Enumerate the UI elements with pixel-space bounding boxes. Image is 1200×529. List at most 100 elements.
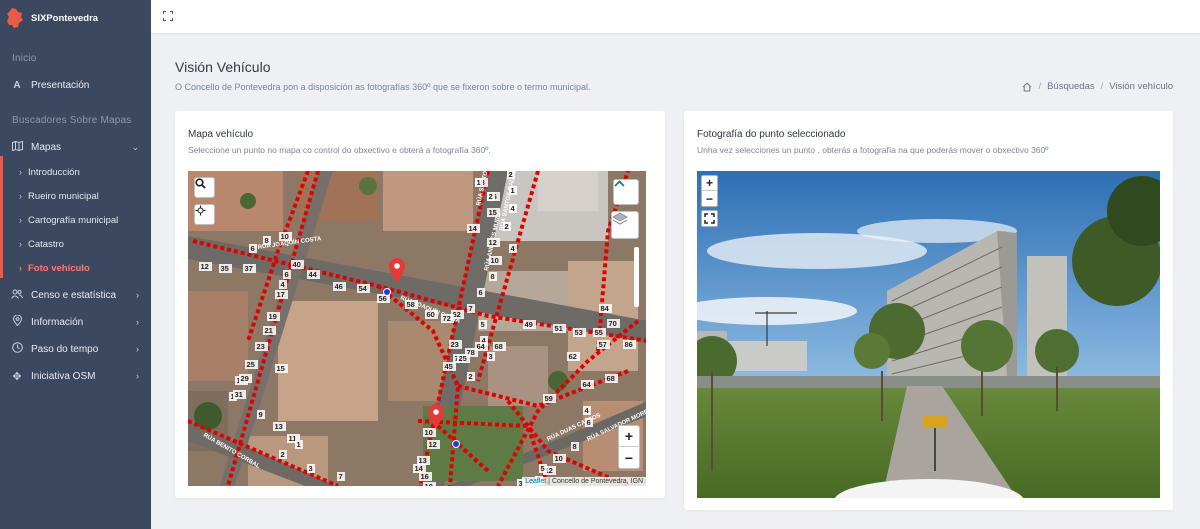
house-number-label: 51 [555, 324, 563, 333]
chevron-right-icon: › [136, 290, 139, 300]
house-number-label: 19 [269, 312, 277, 321]
page-subtitle: O Concello de Pontevedra pon a disposici… [175, 82, 591, 92]
house-number-label: 16 [421, 472, 429, 481]
house-number-label: 55 [595, 328, 603, 337]
sidebar-item-label: Censo e estatística [31, 289, 117, 301]
house-number-label: 59 [545, 394, 553, 403]
section-buscadores: Buscadores Sobre Mapas [12, 115, 132, 126]
fullscreen-icon[interactable] [701, 210, 718, 227]
house-number-label: 10 [425, 428, 433, 437]
sidebar-item-paso[interactable]: Paso do tempo › [0, 337, 151, 361]
sidebar-item-label: Información [31, 316, 84, 328]
house-number-label: 8 [573, 442, 577, 451]
house-number-label: 13 [275, 422, 283, 431]
section-inicio: Inicio [12, 53, 37, 64]
zoom-in-button[interactable]: + [619, 426, 639, 447]
house-number-label: 2 [489, 192, 493, 201]
house-number-label: 19 [425, 482, 433, 486]
house-number-label: 6 [251, 244, 255, 253]
sidebar-sub-foto-vehiculo[interactable]: › Foto vehículo [0, 257, 151, 279]
house-number-label: 25 [459, 354, 467, 363]
house-number-label: 1 [511, 186, 515, 195]
house-number-label: 3 [489, 352, 493, 361]
sidebar-sub-introduccion[interactable]: › Introducción [0, 161, 151, 183]
pano-zoom-out-button[interactable]: − [702, 191, 717, 206]
house-number-label: 14 [469, 224, 478, 233]
move-arrows-icon: ✥ [12, 370, 22, 383]
house-number-label: 60 [427, 310, 435, 319]
location-pin-icon [11, 314, 23, 329]
house-number-label: 10 [555, 454, 563, 463]
map-card: Mapa vehículo Seleccione un punto no map… [175, 111, 665, 498]
sidebar-sub-label: Catastro [28, 238, 64, 250]
topbar [151, 0, 1200, 33]
chevron-up-icon[interactable] [613, 179, 639, 205]
house-number-label: 8 [491, 272, 495, 281]
map-card-subtitle: Seleccione un punto no mapa co control d… [188, 145, 491, 155]
sidebar-item-label: Presentación [31, 79, 90, 91]
sidebar-item-label: Iniciativa OSM [31, 370, 96, 382]
house-number-label: 49 [525, 320, 533, 329]
layers-icon[interactable] [611, 211, 639, 239]
sidebar-sub-label: Introducción [28, 166, 80, 178]
chevron-down-icon: ⌄ [131, 141, 139, 152]
house-number-label: 84 [601, 304, 610, 313]
house-number-label: 12 [429, 440, 437, 449]
sidebar-item-label: Mapas [31, 141, 62, 153]
home-icon[interactable] [1022, 82, 1032, 92]
photo-card-subtitle: Unha vez selecciones un punto , obterás … [697, 145, 1049, 155]
selected-point-marker [452, 440, 460, 448]
sidebar-item-informacion[interactable]: Información › [0, 310, 151, 334]
sidebar-sub-cartografia[interactable]: › Cartografía municipal [0, 209, 151, 231]
pontevedra-map-logo [7, 8, 23, 28]
selected-point-marker [383, 288, 391, 296]
sidebar-item-censo[interactable]: Censo e estatística › [0, 283, 151, 307]
house-number-label: 64 [583, 380, 592, 389]
aerial-map[interactable]: RÚA JOAQUÍN COSTA RÚA JOAQUÍN COSTA RÚA … [188, 171, 646, 486]
house-number-label: 10 [281, 232, 289, 241]
chevron-right-icon: › [19, 263, 22, 273]
house-number-label: 46 [335, 282, 343, 291]
house-number-label: 40 [293, 260, 301, 269]
sidebar-sub-rueiro[interactable]: › Rueiro municipal [0, 185, 151, 207]
house-number-label: 2 [281, 450, 285, 459]
map-canvas[interactable]: RÚA JOAQUÍN COSTA RÚA JOAQUÍN COSTA RÚA … [188, 171, 646, 486]
house-number-label: 68 [495, 342, 503, 351]
house-number-label: 12 [201, 262, 209, 271]
chevron-right-icon: › [136, 344, 139, 354]
opacity-slider[interactable] [634, 247, 639, 307]
chevron-right-icon: › [19, 191, 22, 201]
house-number-label: 2 [469, 372, 473, 381]
attribution-text: | Concello de Pontevedra, IGN [546, 478, 643, 485]
fullscreen-icon[interactable] [163, 11, 173, 21]
zoom-out-button[interactable]: − [619, 447, 639, 468]
sidebar-item-mapas[interactable]: Mapas ⌄ [0, 135, 151, 159]
pano-zoom-in-button[interactable]: + [702, 176, 717, 191]
house-number-label: 9 [259, 410, 263, 419]
target-locate-icon[interactable] [194, 204, 215, 225]
house-number-label: 2 [509, 171, 513, 179]
chevron-right-icon: › [136, 371, 139, 381]
house-number-label: 12 [489, 238, 497, 247]
house-number-label: 35 [221, 264, 229, 273]
sidebar-sub-label: Foto vehículo [28, 262, 90, 274]
house-number-label: 8 [265, 236, 269, 245]
users-icon [11, 289, 23, 302]
breadcrumb-busquedas[interactable]: Búsquedas [1047, 81, 1095, 92]
house-number-label: 17 [277, 290, 285, 299]
panorama-image[interactable] [697, 171, 1160, 498]
sidebar-sub-catastro[interactable]: › Catastro [0, 233, 151, 255]
house-number-label: 15 [277, 364, 285, 373]
sidebar-item-presentacion[interactable]: A Presentación [0, 73, 151, 97]
breadcrumb: / Búsquedas / Visión vehículo [1022, 81, 1173, 92]
house-number-label: 72 [443, 314, 451, 323]
search-icon[interactable] [194, 177, 215, 198]
sidebar-item-osm[interactable]: ✥ Iniciativa OSM › [0, 364, 151, 388]
chevron-right-icon: › [19, 167, 22, 177]
leaflet-link[interactable]: Leaflet [525, 478, 546, 485]
house-number-label: 68 [607, 374, 615, 383]
panorama-viewer[interactable]: + − [697, 171, 1160, 498]
sidebar: SIXPontevedra Inicio A Presentación Busc… [0, 0, 151, 529]
house-number-label: 25 [247, 360, 255, 369]
brand[interactable]: SIXPontevedra [0, 0, 151, 36]
